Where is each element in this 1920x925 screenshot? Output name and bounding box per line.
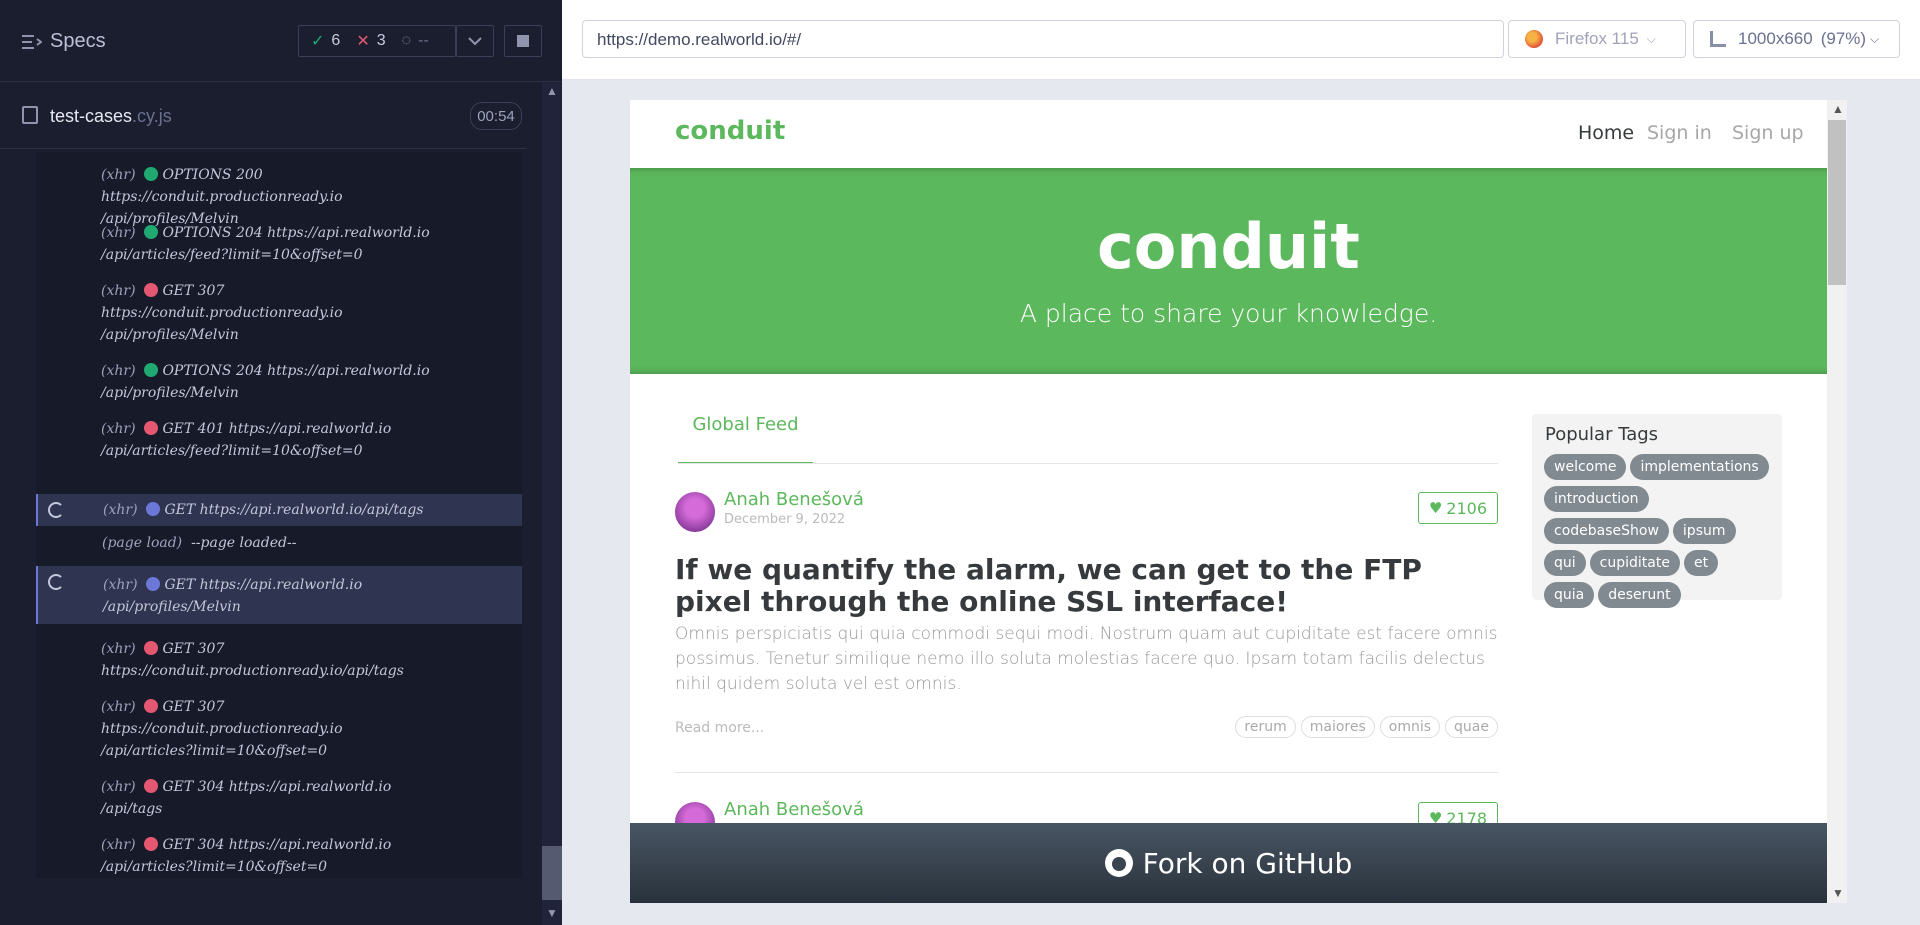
spec-duration: 00:54	[470, 102, 522, 130]
failed-count: ✕ 3	[356, 31, 385, 51]
tag-pill[interactable]: welcome	[1544, 454, 1627, 480]
log-entry[interactable]: (xhr) OPTIONS 204 https://api.realworld.…	[36, 352, 522, 410]
tag-pill[interactable]: omnis	[1379, 716, 1441, 738]
popular-tags-sidebar: Popular Tags welcome implementations int…	[1532, 414, 1782, 608]
specs-label[interactable]: Specs	[50, 30, 106, 53]
log-entry[interactable]: (xhr) GET 304 https://api.realworld.io /…	[36, 826, 522, 878]
chevron-down-icon: ⌵	[1870, 31, 1880, 46]
app-under-test: conduit Home Sign in Sign up conduit A p…	[630, 100, 1827, 903]
article-tags: rerum maiores omnis quae	[1230, 716, 1498, 738]
spinner-icon	[48, 502, 64, 518]
article-divider	[675, 772, 1498, 773]
log-entry-pending[interactable]: (xhr) GET https://api.realworld.io/api/t…	[36, 494, 522, 526]
spinner-icon: ◌	[401, 32, 412, 49]
spec-filename: test-cases.cy.js	[50, 106, 172, 126]
article-description[interactable]: Omnis perspiciatis qui quia commodi sequ…	[675, 622, 1498, 697]
passed-value: 6	[331, 32, 341, 49]
tag-pill[interactable]: implementations	[1630, 454, 1769, 480]
log-entry[interactable]: (xhr) GET 307 https://conduit.production…	[36, 688, 522, 768]
tag-pill[interactable]: ipsum	[1672, 518, 1736, 544]
spec-file-row[interactable]: test-cases.cy.js 00:54	[0, 92, 526, 149]
nav-sign-in[interactable]: Sign in	[1647, 122, 1712, 144]
fork-on-github-banner[interactable]: Fork on GitHub	[630, 823, 1827, 903]
x-icon: ✕	[356, 33, 370, 50]
fork-label: Fork on GitHub	[1142, 846, 1353, 880]
tag-pill[interactable]: rerum	[1235, 716, 1296, 738]
log-entry[interactable]: (xhr) OPTIONS 204 https://api.realworld.…	[36, 214, 522, 272]
tag-pill[interactable]: qui	[1544, 550, 1586, 576]
passed-count: ✓ 6	[311, 31, 340, 51]
banner-subtitle: A place to share your knowledge.	[1019, 299, 1438, 328]
scroll-down-icon[interactable]: ▼	[1832, 886, 1844, 900]
browser-label: Firefox 115	[1555, 29, 1639, 48]
tag-pill[interactable]: introduction	[1544, 486, 1649, 512]
test-stats: ✓ 6 ✕ 3 ◌ --	[298, 25, 456, 57]
log-entry[interactable]: (xhr) GET 401 https://api.realworld.io /…	[36, 410, 522, 468]
check-icon: ✓	[311, 33, 325, 50]
tag-pill[interactable]: quia	[1544, 582, 1595, 608]
file-icon	[22, 106, 38, 124]
reporter-scrollbar[interactable]	[542, 82, 562, 925]
hero-banner: conduit A place to share your knowledge.	[630, 168, 1827, 374]
favorite-count: 2106	[1446, 498, 1487, 518]
reporter-scrollbar-thumb[interactable]	[542, 846, 562, 900]
aut-scrollbar-thumb[interactable]	[1828, 120, 1846, 285]
chevron-down-icon	[468, 37, 482, 46]
tag-pill[interactable]: codebaseShow	[1544, 518, 1669, 544]
viewport-zoom: (97%)	[1820, 29, 1867, 48]
chevron-down-icon: ⌵	[1646, 31, 1656, 46]
brand-logo[interactable]: conduit	[675, 116, 785, 146]
popular-tags-title: Popular Tags	[1545, 424, 1659, 445]
viewport-selector[interactable]: 1000x660 (97%) ⌵	[1693, 20, 1900, 58]
scroll-up-icon[interactable]: ▲	[546, 84, 558, 98]
aut-header: https://demo.realworld.io/#/ Firefox 115…	[562, 0, 1920, 80]
specs-list-icon[interactable]	[22, 34, 42, 50]
ruler-icon	[1710, 31, 1726, 47]
log-entry[interactable]: (xhr) GET 307 https://conduit.production…	[36, 272, 522, 352]
tag-pill[interactable]: cupiditate	[1589, 550, 1680, 576]
command-log: (xhr) OPTIONS 200 https://conduit.produc…	[36, 152, 522, 878]
navbar: conduit Home Sign in Sign up	[630, 100, 1827, 168]
tag-pill[interactable]: deserunt	[1598, 582, 1681, 608]
github-icon	[1104, 849, 1133, 877]
pending-value: --	[418, 32, 429, 49]
article-author[interactable]: Anah Benešová	[724, 489, 864, 510]
url-bar[interactable]: https://demo.realworld.io/#/	[582, 20, 1504, 58]
pending-count: ◌ --	[402, 32, 429, 50]
log-entry[interactable]: (xhr) GET 304 https://api.realworld.io /…	[36, 768, 522, 826]
scroll-down-icon[interactable]: ▼	[546, 906, 558, 920]
banner-title: conduit	[1097, 210, 1360, 283]
collapse-button[interactable]	[456, 25, 494, 57]
log-entry[interactable]: (xhr) GET 307 https://conduit.production…	[36, 630, 522, 688]
log-entry[interactable]: (xhr) OPTIONS 200 https://conduit.produc…	[36, 156, 522, 227]
test-reporter: Specs ✓ 6 ✕ 3 ◌ -- test-cases.cy.js 00:5…	[0, 0, 562, 925]
tag-pill[interactable]: quae	[1445, 716, 1498, 738]
tag-pill[interactable]: maiores	[1300, 716, 1375, 738]
article-author[interactable]: Anah Benešová	[724, 799, 864, 820]
spinner-icon	[48, 574, 64, 590]
tag-pill[interactable]: et	[1683, 550, 1719, 576]
viewport-size: 1000x660	[1738, 29, 1813, 48]
article-title[interactable]: If we quantify the alarm, we can get to …	[675, 554, 1498, 618]
nav-sign-up[interactable]: Sign up	[1732, 122, 1804, 144]
scroll-up-icon[interactable]: ▲	[1832, 102, 1844, 116]
article-preview: Anah Benešová December 9, 2022 ♥ 2106 If…	[675, 489, 1498, 772]
favorite-button[interactable]: ♥ 2106	[1417, 492, 1498, 524]
stop-button[interactable]	[504, 25, 542, 57]
read-more-link[interactable]: Read more...	[675, 720, 764, 736]
browser-selector[interactable]: Firefox 115 ⌵	[1508, 20, 1686, 58]
log-entry[interactable]: (page load) --page loaded--	[36, 526, 522, 562]
firefox-icon	[1525, 30, 1543, 48]
log-entry-pending[interactable]: (xhr) GET https://api.realworld.io /api/…	[36, 566, 522, 624]
stop-icon	[517, 35, 529, 47]
heart-icon: ♥	[1428, 499, 1443, 517]
nav-home[interactable]: Home	[1578, 122, 1634, 144]
tab-global-feed[interactable]: Global Feed	[678, 414, 813, 464]
failed-value: 3	[376, 32, 386, 49]
reporter-header: Specs ✓ 6 ✕ 3 ◌ --	[0, 0, 562, 82]
avatar[interactable]	[675, 492, 715, 532]
feed-divider	[678, 463, 1498, 464]
popular-tags-list: welcome implementations introduction cod…	[1544, 454, 1774, 614]
article-date: December 9, 2022	[724, 512, 846, 527]
